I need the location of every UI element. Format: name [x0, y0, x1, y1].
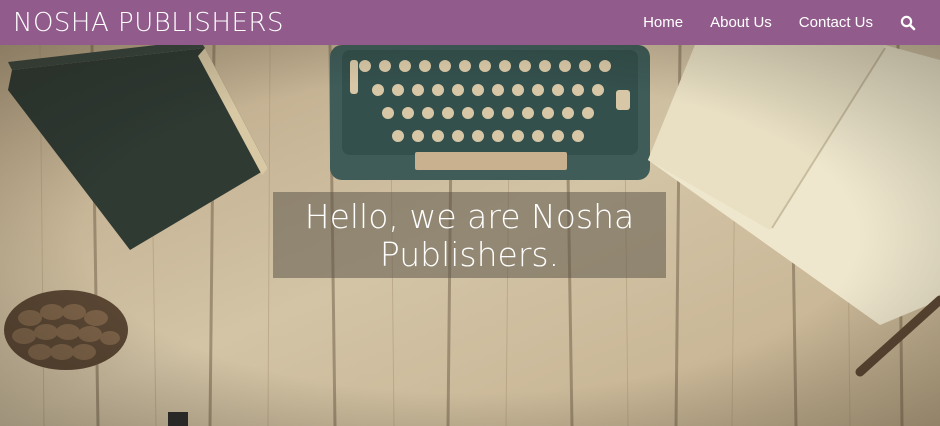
nav-contact-us[interactable]: Contact Us: [799, 14, 873, 31]
main-nav: Home About Us Contact Us: [643, 0, 940, 45]
site-logo[interactable]: NOSHA PUBLISHERS: [13, 7, 284, 39]
hero-title: Hello, we are Nosha Publishers.: [304, 197, 635, 274]
site-header: NOSHA PUBLISHERS Home About Us Contact U…: [0, 0, 940, 45]
hero-banner: Hello, we are Nosha Publishers.: [0, 45, 940, 426]
search-icon[interactable]: [900, 15, 916, 31]
nav-home[interactable]: Home: [643, 14, 683, 31]
nav-about-us[interactable]: About Us: [710, 14, 772, 31]
